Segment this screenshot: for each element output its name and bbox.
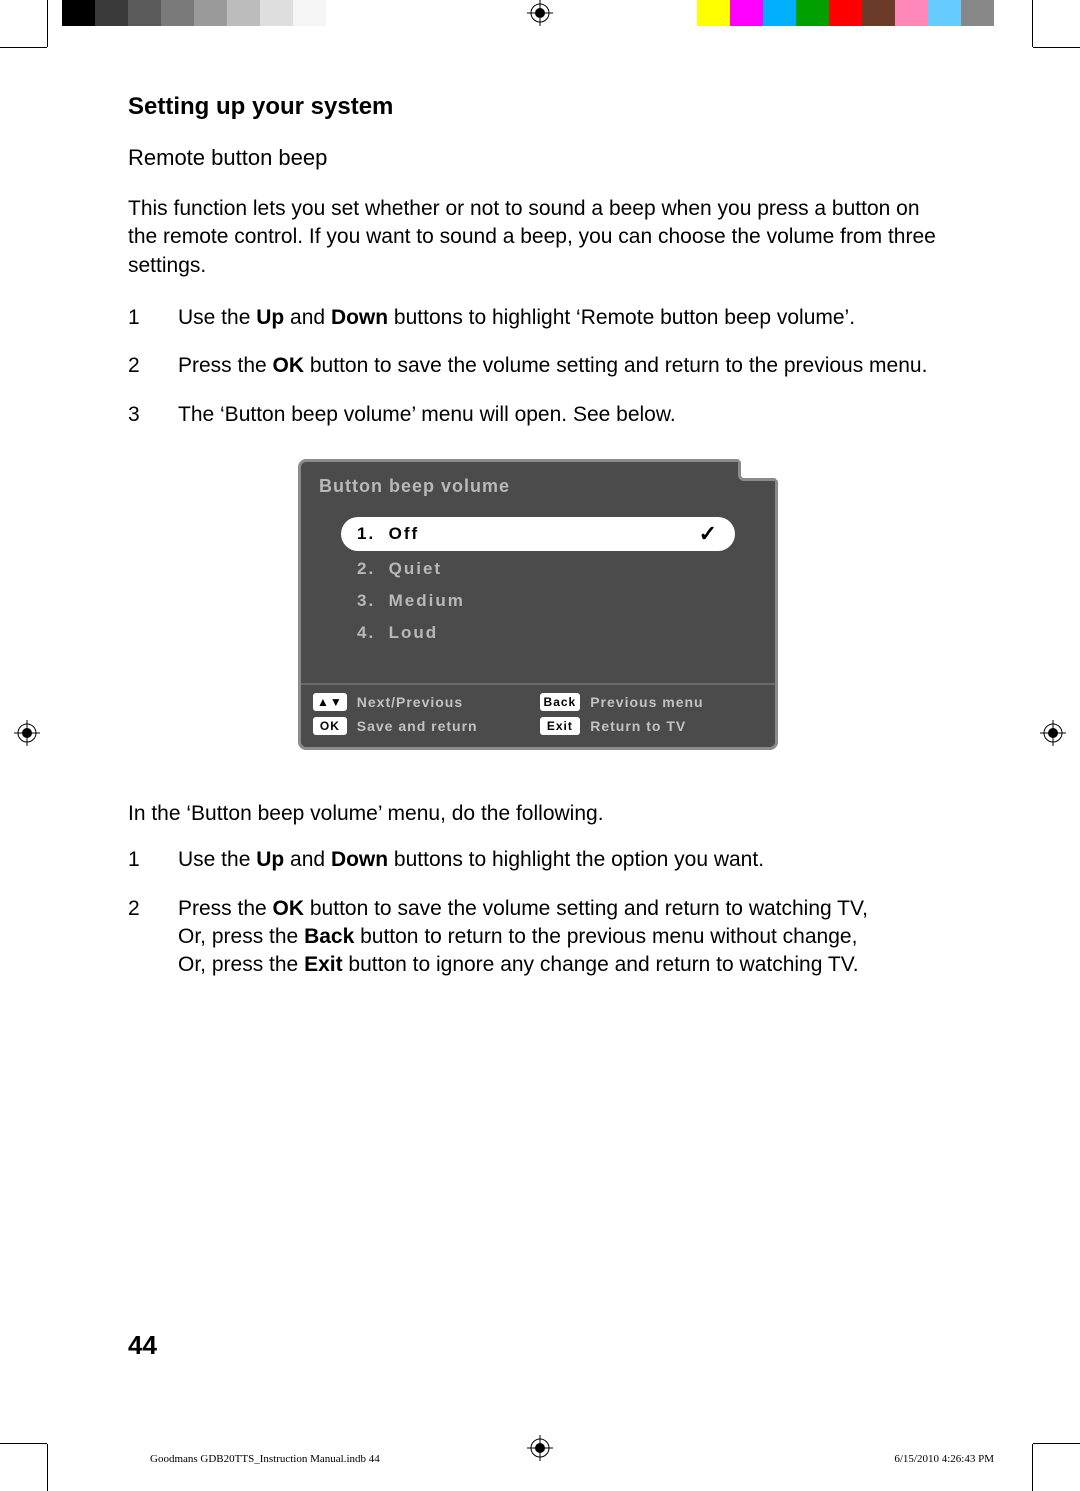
trim-mark xyxy=(0,1443,47,1444)
trim-mark xyxy=(1033,47,1080,48)
trim-mark xyxy=(0,47,47,48)
list-item: 1 Use the Up and Down buttons to highligh… xyxy=(128,846,948,874)
osd-options: 1. Off ✓ 2. Quiet 3. Medium 4. Loud xyxy=(301,509,775,683)
legend-label-exit: Return to TV xyxy=(590,718,763,734)
print-footer-right: 6/15/2010 4:26:43 PM xyxy=(894,1453,994,1465)
list-item-text: Use the Up and Down buttons to highlight… xyxy=(178,846,764,874)
registration-mark-icon xyxy=(14,720,40,746)
registration-mark-icon xyxy=(1040,720,1066,746)
list-item-number: 2 xyxy=(128,352,146,380)
legend-key-ok: OK xyxy=(313,717,347,735)
trim-mark xyxy=(47,1444,48,1491)
intro-paragraph: This function lets you set whether or no… xyxy=(128,195,948,280)
check-icon: ✓ xyxy=(699,521,719,547)
list-item: 3 The ‘Button beep volume’ menu will open… xyxy=(128,401,948,429)
grayscale-colorbar xyxy=(62,0,359,26)
osd-option-label: 1. Off xyxy=(357,524,419,544)
section-title: Setting up your system xyxy=(128,93,948,121)
legend-key-updown: ▲▼ xyxy=(313,693,347,711)
osd-notch xyxy=(738,459,778,481)
page-number: 44 xyxy=(128,1330,157,1361)
legend-label-updown: Next/Previous xyxy=(357,694,530,710)
list-item-text: The ‘Button beep volume’ menu will open.… xyxy=(178,401,676,429)
trim-mark xyxy=(1032,1444,1033,1491)
steps-list-b: 1 Use the Up and Down buttons to highligh… xyxy=(128,846,948,979)
trim-mark xyxy=(47,0,48,47)
color-colorbar xyxy=(697,0,994,26)
list-item-number: 1 xyxy=(128,846,146,874)
osd-option[interactable]: 2. Quiet xyxy=(341,555,735,583)
page-content: Setting up your system Remote button bee… xyxy=(128,93,948,1010)
list-item: 1 Use the Up and Down buttons to highligh… xyxy=(128,304,948,332)
list-item-text: Use the Up and Down buttons to highlight… xyxy=(178,304,855,332)
legend-key-exit: Exit xyxy=(540,717,581,735)
list-item-number: 2 xyxy=(128,895,146,980)
osd-title: Button beep volume xyxy=(301,462,775,509)
osd-option[interactable]: 4. Loud xyxy=(341,619,735,647)
registration-mark-icon xyxy=(527,0,553,26)
legend-key-back: Back xyxy=(540,693,581,711)
registration-mark-icon xyxy=(527,1435,553,1461)
list-item: 2 Press the OK button to save the volume … xyxy=(128,352,948,380)
osd-legend: ▲▼ Next/Previous Back Previous menu OK S… xyxy=(301,683,775,747)
list-item: 2 Press the OK button to save the volume … xyxy=(128,895,948,980)
list-item-number: 1 xyxy=(128,304,146,332)
trim-mark xyxy=(1032,0,1033,47)
legend-label-ok: Save and return xyxy=(357,718,530,734)
legend-label-back: Previous menu xyxy=(590,694,763,710)
osd-option[interactable]: 3. Medium xyxy=(341,587,735,615)
list-item-text: Press the OK button to save the volume s… xyxy=(178,895,868,980)
steps-list-a: 1 Use the Up and Down buttons to highligh… xyxy=(128,304,948,429)
post-menu-paragraph: In the ‘Button beep volume’ menu, do the… xyxy=(128,800,948,828)
print-footer-left: Goodmans GDB20TTS_Instruction Manual.ind… xyxy=(150,1453,380,1465)
section-subtitle: Remote button beep xyxy=(128,145,948,171)
osd-option[interactable]: 1. Off ✓ xyxy=(341,517,735,551)
osd-menu: Button beep volume 1. Off ✓ 2. Quiet 3. Med… xyxy=(298,459,778,750)
trim-mark xyxy=(1033,1443,1080,1444)
list-item-text: Press the OK button to save the volume s… xyxy=(178,352,927,380)
list-item-number: 3 xyxy=(128,401,146,429)
